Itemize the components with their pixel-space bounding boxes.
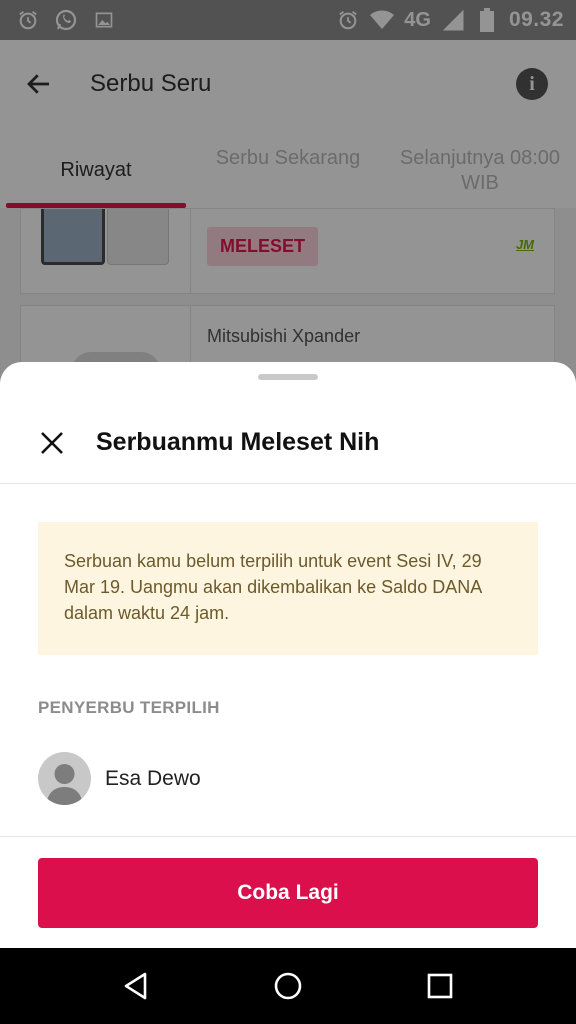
home-nav-icon[interactable] [268, 966, 308, 1006]
sheet-header: Serbuanmu Meleset Nih [0, 402, 576, 484]
avatar [38, 752, 91, 805]
sheet-title: Serbuanmu Meleset Nih [96, 428, 380, 456]
section-label: PENYERBU TERPILIH [38, 698, 220, 717]
drag-handle[interactable] [258, 374, 318, 380]
divider [0, 836, 576, 837]
navigation-bar [0, 948, 576, 1024]
notice-box: Serbuan kamu belum terpilih untuk event … [38, 522, 538, 655]
recents-nav-icon[interactable] [420, 966, 460, 1006]
user-name: Esa Dewo [105, 766, 201, 790]
retry-button[interactable]: Coba Lagi [38, 858, 538, 928]
back-nav-icon[interactable] [116, 966, 156, 1006]
selected-user: Esa Dewo [38, 752, 201, 805]
bottom-sheet: Serbuanmu Meleset Nih Serbuan kamu belum… [0, 362, 576, 948]
close-icon[interactable] [38, 429, 66, 457]
